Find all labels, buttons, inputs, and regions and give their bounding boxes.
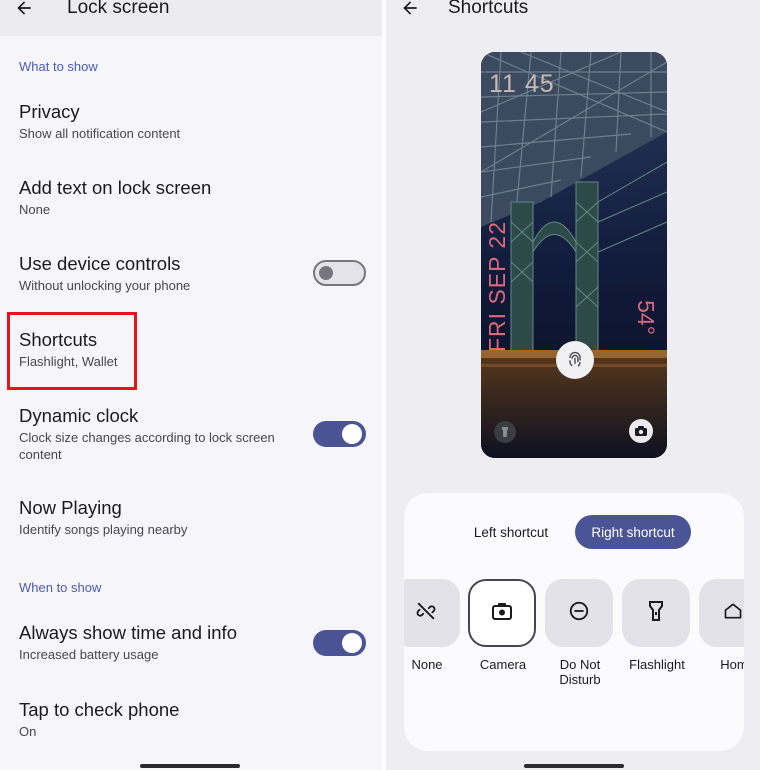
setting-now-playing[interactable]: Now Playing Identify songs playing nearb… [19,497,368,538]
tab-right-shortcut[interactable]: Right shortcut [575,515,691,549]
option-label: Camera [479,657,527,672]
option-label: Do Not Disturb [559,657,601,687]
option-tile [622,579,690,647]
tab-left-shortcut[interactable]: Left shortcut [455,515,567,549]
setting-title: Tap to check phone [19,699,180,720]
page-title: Lock screen [67,0,170,18]
option-label: None [411,657,443,672]
setting-title: Privacy [19,101,80,122]
setting-privacy[interactable]: Privacy Show all notification content [19,101,368,142]
gesture-nav-handle[interactable] [524,764,624,768]
top-app-bar: Shortcuts [386,0,760,36]
setting-tap-to-check[interactable]: Tap to check phone On [19,699,368,740]
shortcut-options-row: None Camera Do Not Disturb Flashlight Ho… [404,579,744,699]
preview-camera-shortcut-icon [629,419,653,443]
setting-title: Always show time and info [19,622,237,643]
setting-title: Now Playing [19,497,122,518]
option-tile [468,579,536,647]
shortcuts-panel: Shortcuts 11 45 FRI SEP 22 54° Left shor… [386,0,760,770]
option-tile [545,579,613,647]
toggle-knob [319,266,333,280]
flashlight-icon [648,600,664,627]
link-off-icon [415,600,437,627]
setting-add-text[interactable]: Add text on lock screen None [19,177,368,218]
preview-date: FRI SEP 22 [484,220,510,352]
setting-summary: Show all notification content [19,126,181,141]
toggle-knob [342,424,362,444]
setting-summary: Identify songs playing nearby [19,522,188,537]
section-header-when-to-show: When to show [19,580,102,595]
page-title: Shortcuts [448,0,529,18]
back-arrow-icon[interactable] [12,0,36,20]
option-tile [699,579,744,647]
preview-temperature: 54° [633,300,660,335]
toggle-knob [342,633,362,653]
option-flashlight[interactable]: Flashlight [622,579,692,672]
option-none[interactable]: None [404,579,462,672]
lock-screen-settings-panel: Lock screen What to show Privacy Show al… [0,0,382,770]
preview-clock: 11 45 [489,70,555,98]
setting-summary: Without unlocking your phone [19,278,191,293]
setting-title: Dynamic clock [19,405,139,426]
setting-summary: Clock size changes according to lock scr… [19,430,275,462]
do-not-disturb-icon [568,600,590,627]
camera-icon [492,602,512,625]
back-arrow-icon[interactable] [398,0,422,20]
setting-summary: Increased battery usage [19,647,159,662]
setting-title: Use device controls [19,253,181,274]
shortcuts-highlight-box [7,312,137,390]
preview-left-shortcut-icon [494,421,516,443]
option-camera[interactable]: Camera [468,579,538,672]
fingerprint-icon [556,341,594,379]
lock-screen-preview: 11 45 FRI SEP 22 54° [481,52,667,458]
setting-summary: On [19,724,37,739]
always-show-toggle[interactable] [313,630,366,656]
device-controls-toggle[interactable] [313,260,366,286]
option-home[interactable]: Hom [699,579,744,672]
option-tile [404,579,460,647]
gesture-nav-handle[interactable] [140,764,240,768]
shortcut-picker-sheet: Left shortcut Right shortcut None Camera… [404,493,744,751]
option-label: Hom [720,657,744,672]
setting-title: Add text on lock screen [19,177,212,198]
setting-summary: None [19,202,51,217]
option-do-not-disturb[interactable]: Do Not Disturb [545,579,615,687]
section-header-what-to-show: What to show [19,59,98,74]
option-label: Flashlight [629,657,685,672]
top-app-bar: Lock screen [0,0,382,36]
home-icon [723,601,743,626]
dynamic-clock-toggle[interactable] [313,421,366,447]
